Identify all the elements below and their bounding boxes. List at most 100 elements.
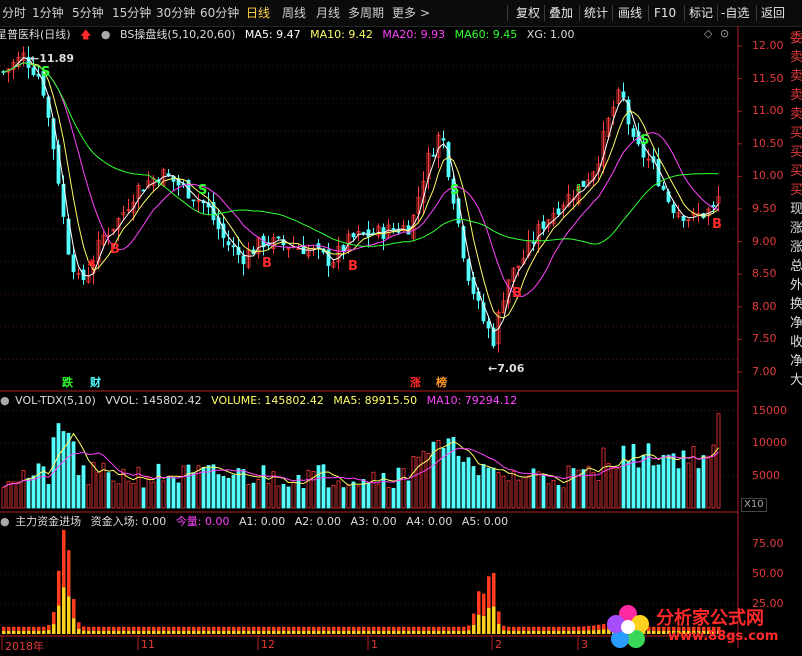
candle-body — [516, 265, 521, 268]
volume-bar — [141, 487, 146, 509]
period-tab-5min[interactable]: 5分钟 — [72, 3, 104, 23]
candle-body — [301, 245, 306, 255]
volume-bar — [466, 457, 471, 509]
ma60-value: MA60: 9.45 — [454, 28, 518, 41]
fund-bar — [222, 626, 226, 631]
mark-button[interactable]: 标记 — [689, 3, 713, 23]
volume-bar — [131, 483, 136, 509]
volume-bar — [596, 480, 601, 509]
candle-body — [66, 218, 71, 255]
candle-body — [116, 218, 121, 231]
indicator-name: BS操盘线(5,10,20,60) — [120, 28, 236, 41]
volume-bar — [461, 461, 466, 509]
fund-bar — [557, 626, 561, 631]
volume-bar — [76, 475, 81, 509]
separator — [756, 5, 757, 21]
news-tag-cai[interactable]: 财 — [90, 376, 101, 390]
candle-body — [541, 221, 546, 229]
candle-body — [391, 228, 396, 231]
arrow-up-icon[interactable]: 🡅 — [80, 28, 91, 41]
volume-bar — [396, 467, 401, 509]
fund-bar — [422, 630, 426, 634]
fund-bar — [202, 626, 206, 631]
volume-bar — [501, 475, 506, 509]
volume-bar — [226, 477, 231, 509]
fund-bar — [52, 611, 56, 625]
overlay-button[interactable]: 叠加 — [549, 3, 573, 23]
diamond-icon[interactable]: ◇ — [704, 27, 712, 40]
arrow-down-icon: ⇩ — [574, 182, 584, 195]
fund-bar — [17, 626, 21, 631]
fund-bar — [502, 625, 506, 631]
fund-bar — [247, 630, 251, 634]
volume-bar — [266, 482, 271, 509]
fund-bar — [567, 626, 571, 631]
price-tick-label: 7.50 — [752, 332, 777, 346]
quote-panel-label: 净 — [790, 354, 802, 369]
fund-bar — [322, 626, 326, 631]
volume-bar — [431, 441, 436, 509]
vol-ma5-value: MA5: 89915.50 — [333, 394, 418, 407]
remove-watchlist-button[interactable]: -自选 — [721, 3, 749, 23]
fund-bar — [252, 626, 256, 631]
news-tag-zhang[interactable]: 涨 — [410, 376, 421, 390]
fund-bar — [337, 626, 341, 631]
f10-button[interactable]: F10 — [654, 3, 676, 23]
fund-bar — [557, 630, 561, 634]
candle-body — [56, 144, 61, 184]
period-tab-daily[interactable]: 日线 — [246, 3, 270, 23]
period-tab-weekly[interactable]: 周线 — [282, 3, 306, 23]
fund-bar — [107, 626, 111, 631]
vol-indicator-icon[interactable]: ● — [0, 394, 10, 407]
fund-bar — [37, 626, 41, 631]
volume-bar — [626, 461, 631, 509]
news-tag-die[interactable]: 跌 — [62, 376, 73, 390]
volume-bar — [21, 470, 26, 509]
period-tab-more[interactable]: 更多 > — [392, 3, 430, 23]
fund-bar — [107, 630, 111, 634]
period-tab-15min[interactable]: 15分钟 — [112, 3, 151, 23]
volume-bar — [521, 476, 526, 509]
period-tab-60min[interactable]: 60分钟 — [200, 3, 239, 23]
fund-bar — [427, 626, 431, 631]
cursor-icon[interactable]: ⊙ — [720, 27, 729, 40]
fund-bar — [27, 630, 31, 634]
fund-bar — [87, 626, 91, 631]
period-tab-fenshi[interactable]: 分时 — [2, 3, 26, 23]
candle-body — [646, 158, 651, 161]
fund-bar — [7, 626, 11, 631]
buy-signal-b: B — [512, 286, 522, 301]
period-tab-1min[interactable]: 1分钟 — [32, 3, 64, 23]
settings-dot-icon[interactable]: ● — [101, 28, 111, 41]
candle-body — [76, 272, 81, 275]
news-tag-bang[interactable]: 榜 — [436, 376, 447, 390]
fund-bar — [92, 630, 96, 634]
candle-body — [426, 152, 431, 180]
fund-bar — [592, 625, 596, 631]
fuquan-button[interactable]: 复权 — [516, 3, 540, 23]
volume-bar — [166, 476, 171, 509]
draw-line-button[interactable]: 画线 — [618, 3, 642, 23]
fund-header: ● 主力资金进场 资金入场: 0.00 今量: 0.00 A1: 0.00 A2… — [0, 514, 514, 530]
stats-button[interactable]: 统计 — [584, 3, 608, 23]
price-tick-label: 10.50 — [752, 136, 784, 150]
period-tab-30min[interactable]: 30分钟 — [156, 3, 195, 23]
volume-bar — [666, 454, 671, 509]
fund-bar — [282, 626, 286, 631]
fund-bar — [232, 626, 236, 631]
fund-bar — [207, 630, 211, 634]
kline-chart[interactable] — [0, 0, 802, 656]
candle-body — [526, 240, 531, 257]
candle-body — [351, 233, 356, 238]
volume-bar — [516, 479, 521, 509]
period-tab-multi[interactable]: 多周期 — [348, 3, 384, 23]
fund-bar — [122, 626, 126, 631]
fund-bar — [337, 630, 341, 634]
candle-body — [606, 117, 611, 137]
period-tab-monthly[interactable]: 月线 — [316, 3, 340, 23]
fund-indicator-icon[interactable]: ● — [0, 515, 10, 528]
back-button[interactable]: 返回 — [761, 3, 785, 23]
fund-bar — [567, 630, 571, 634]
fund-bar — [262, 626, 266, 631]
candle-body — [511, 267, 516, 282]
